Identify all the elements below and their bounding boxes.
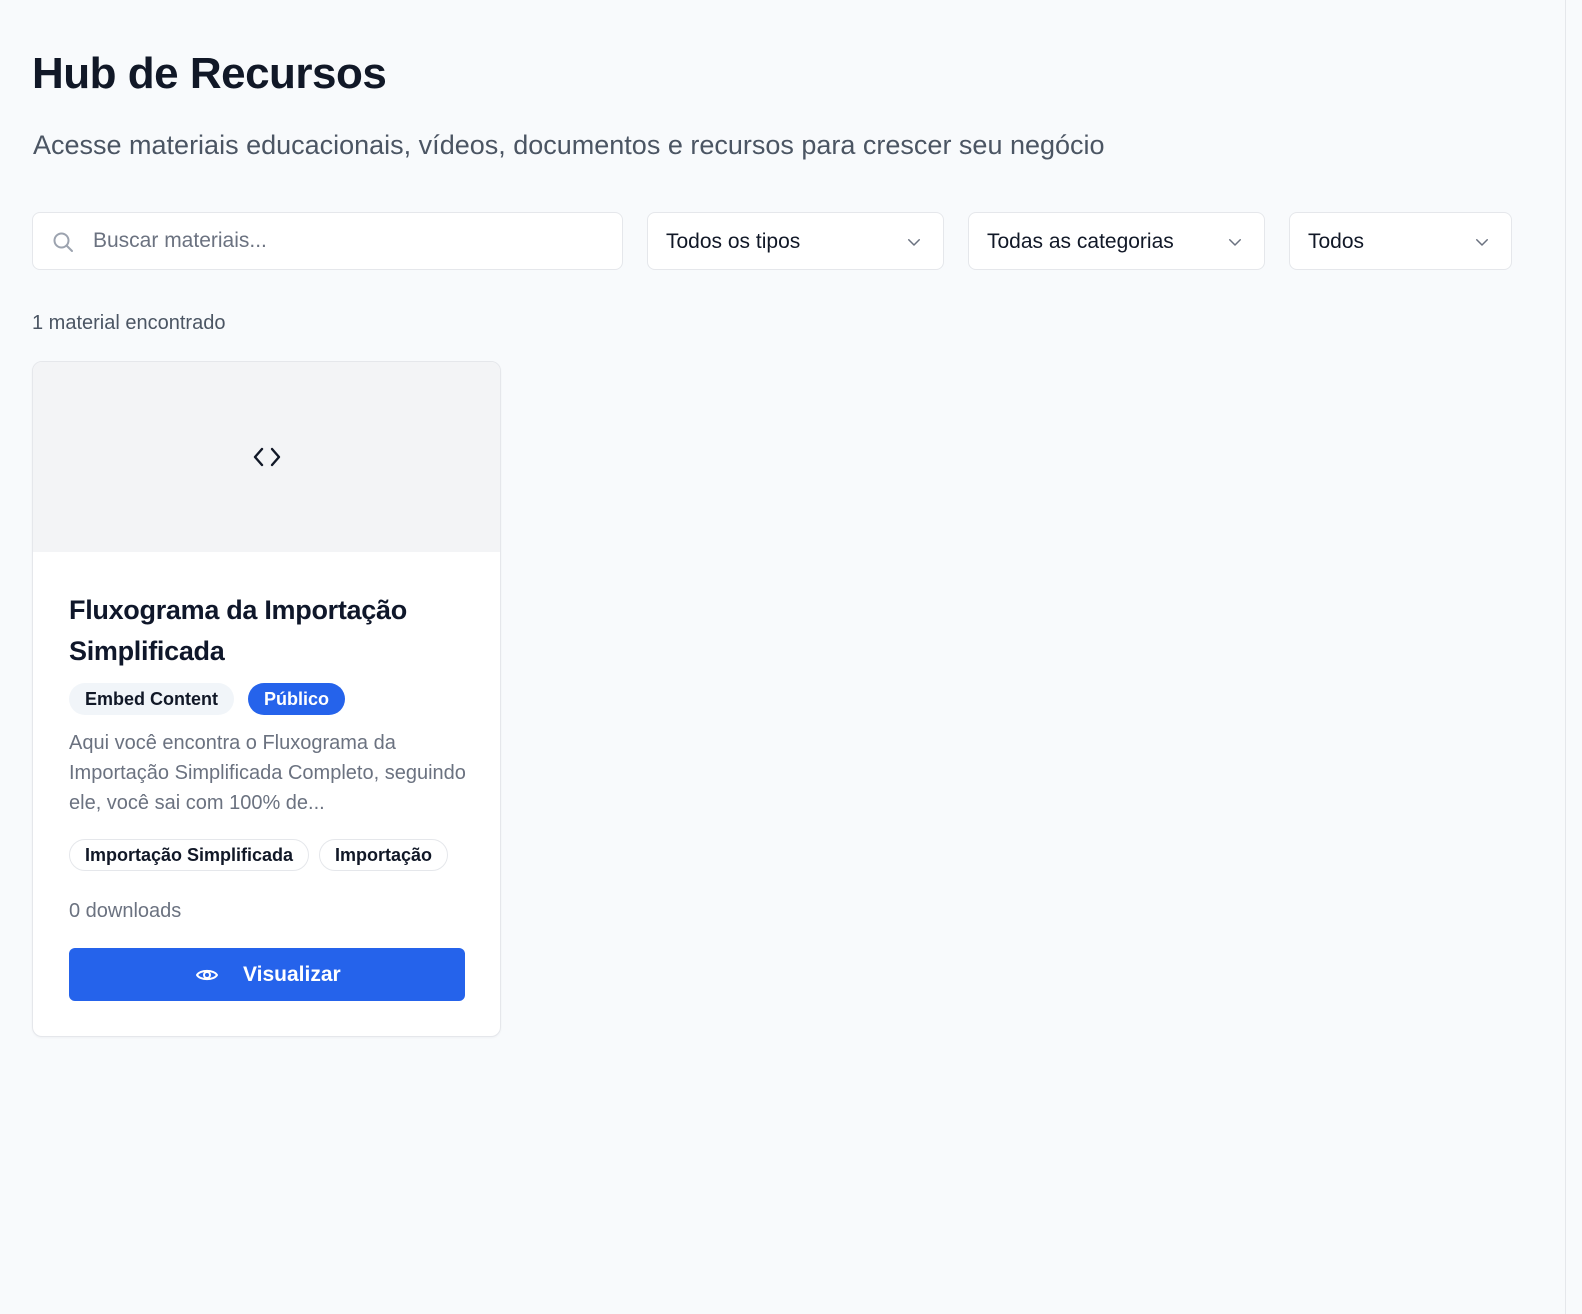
resource-title: Fluxograma da Importação Simplificada	[69, 595, 407, 666]
visibility-filter-select[interactable]: Todos	[1289, 212, 1512, 270]
view-button[interactable]: Visualizar	[69, 948, 465, 1001]
results-count: 1 material encontrado	[32, 312, 226, 334]
chevron-down-icon	[1229, 239, 1241, 246]
type-filter-value: Todos os tipos	[666, 230, 801, 253]
view-button-label: Visualizar	[243, 963, 341, 986]
category-filter-value: Todas as categorias	[987, 230, 1174, 253]
tag-chip: Importação	[319, 839, 449, 871]
resource-thumbnail	[33, 362, 500, 552]
type-badge: Embed Content	[69, 683, 234, 715]
page-title: Hub de Recursos	[32, 49, 387, 98]
search-icon	[53, 232, 73, 252]
type-filter-select[interactable]: Todos os tipos	[647, 212, 944, 270]
downloads-count: 0 downloads	[69, 900, 182, 922]
page-subtitle: Acesse materiais educacionais, vídeos, d…	[33, 130, 1105, 160]
page-scrollbar[interactable]	[1565, 0, 1582, 1314]
chevron-down-icon	[908, 239, 920, 246]
search-field[interactable]	[32, 212, 623, 270]
tag-chip: Importação Simplificada	[69, 839, 310, 871]
search-input[interactable]	[91, 221, 603, 261]
resource-hub-page: Hub de Recursos Acesse materiais educaci…	[0, 0, 1566, 1314]
category-filter-select[interactable]: Todas as categorias	[968, 212, 1265, 270]
chevron-down-icon	[1476, 239, 1488, 246]
eye-icon	[196, 969, 218, 981]
visibility-badge: Público	[248, 683, 346, 715]
visibility-filter-value: Todos	[1308, 230, 1365, 253]
resource-description: Aqui você encontra o Fluxograma da Impor…	[69, 732, 466, 814]
resource-card[interactable]: Fluxograma da Importação Simplificada Em…	[32, 361, 501, 1037]
code-icon	[253, 447, 281, 467]
